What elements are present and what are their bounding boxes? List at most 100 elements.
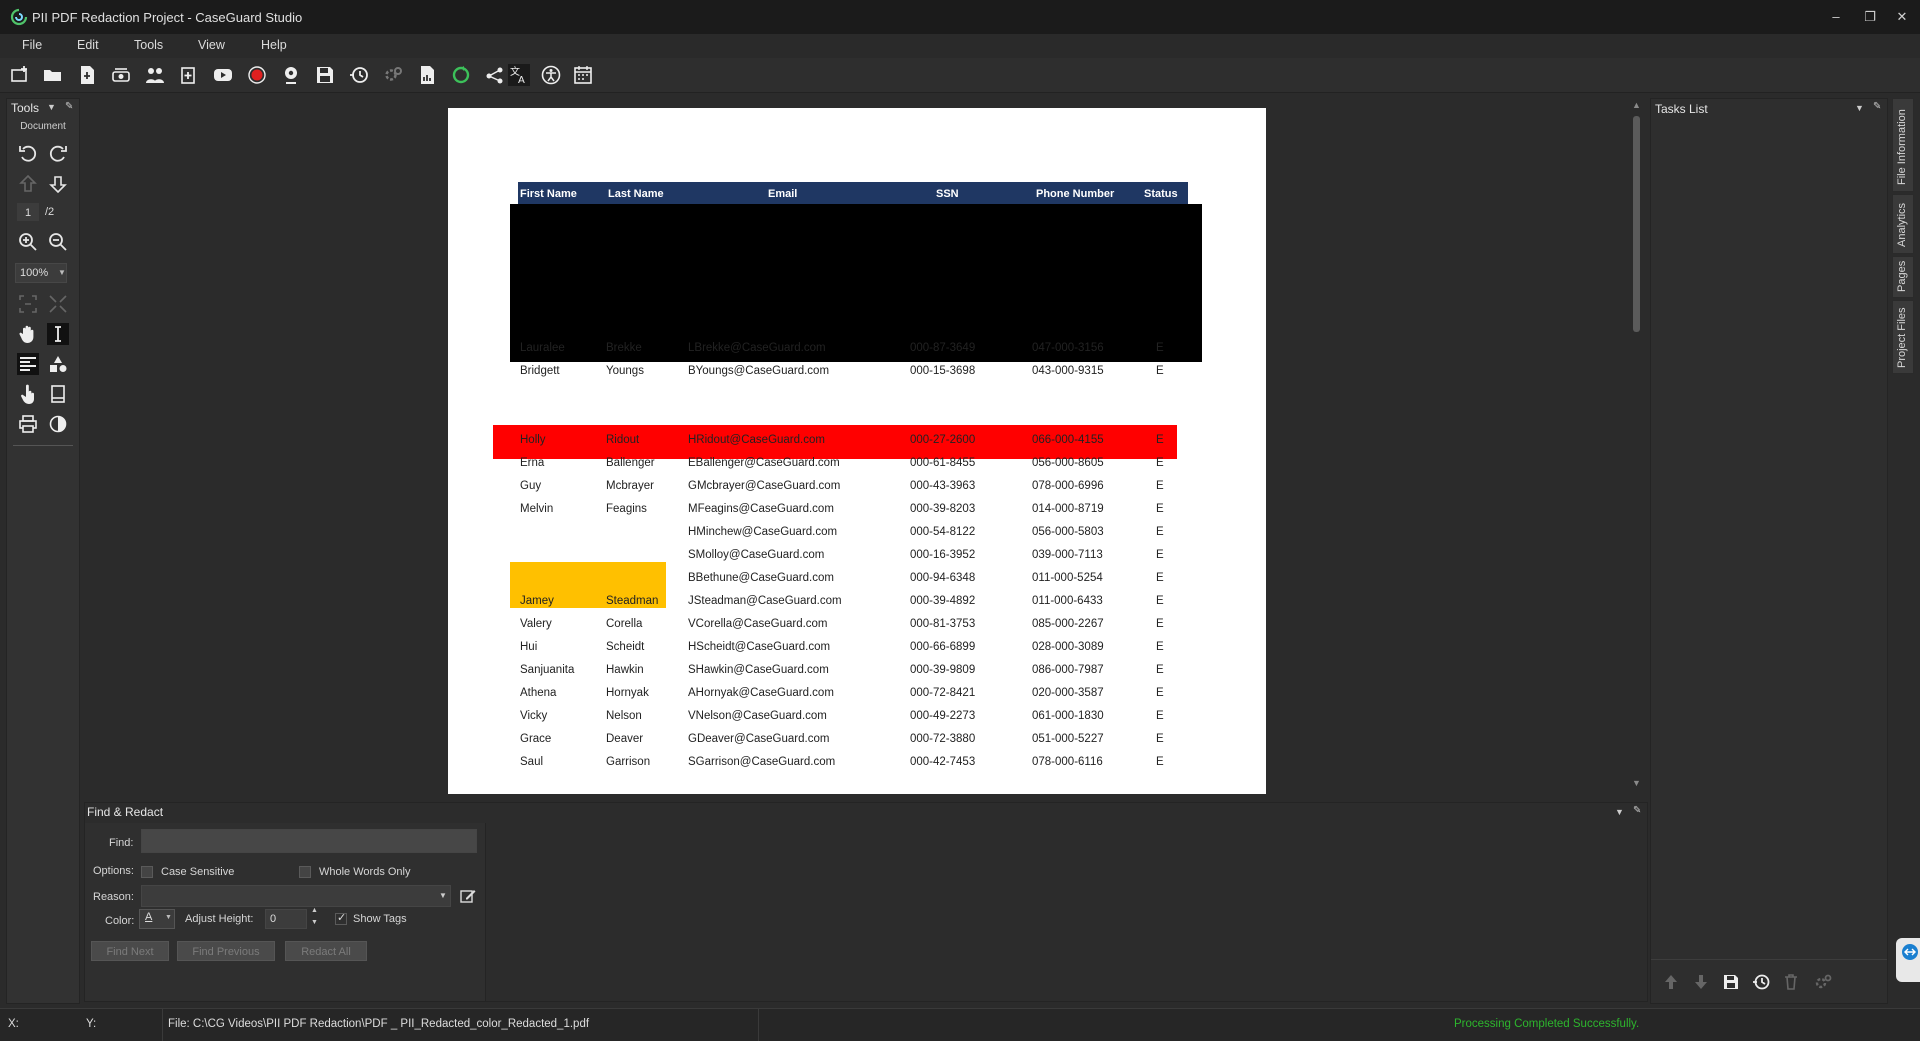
- stepper-up-icon[interactable]: ▲: [311, 907, 318, 914]
- find-input[interactable]: [141, 829, 477, 853]
- tab-file-information[interactable]: File Information: [1892, 98, 1914, 192]
- find-dropdown-icon[interactable]: ▼: [1615, 807, 1624, 817]
- tasks-dropdown-icon[interactable]: ▼: [1855, 103, 1864, 113]
- print-icon[interactable]: [17, 413, 39, 435]
- close-button[interactable]: ✕: [1888, 6, 1916, 28]
- rotate-left-icon[interactable]: [17, 143, 39, 165]
- zoom-in-icon[interactable]: [17, 231, 39, 253]
- tab-analytics[interactable]: Analytics: [1892, 194, 1914, 254]
- show-tags-checkbox[interactable]: ✓: [335, 912, 347, 925]
- share-icon[interactable]: [484, 64, 506, 86]
- people-icon[interactable]: [144, 64, 166, 86]
- scroll-up-icon[interactable]: ▲: [1632, 100, 1641, 110]
- open-folder-icon[interactable]: [42, 64, 64, 86]
- pdf-page[interactable]: First Name Last Name Email SSN Phone Num…: [448, 108, 1266, 794]
- find-next-button[interactable]: Find Next: [91, 941, 169, 961]
- rotate-right-icon[interactable]: [47, 143, 69, 165]
- restore-button[interactable]: ❐: [1856, 6, 1884, 28]
- edit-reason-icon[interactable]: [459, 887, 477, 905]
- cell-email: HMinchew@CaseGuard.com: [688, 526, 838, 538]
- text-select-icon[interactable]: [47, 323, 69, 345]
- redact-text-icon[interactable]: [17, 353, 39, 375]
- cell-ssn: 000-39-4892: [910, 595, 976, 607]
- move-down-icon[interactable]: [1691, 972, 1711, 992]
- menu-edit[interactable]: Edit: [77, 38, 99, 52]
- color-swatch-glyph: A: [145, 911, 153, 923]
- scroll-down-icon[interactable]: ▼: [1632, 778, 1641, 788]
- shapes-icon[interactable]: [47, 353, 69, 375]
- find-previous-button[interactable]: Find Previous: [177, 941, 275, 961]
- record-icon[interactable]: [246, 64, 268, 86]
- column-header-status: Status: [1144, 188, 1178, 200]
- whole-words-checkbox[interactable]: [299, 866, 311, 878]
- page-down-icon[interactable]: [47, 173, 69, 195]
- save-icon[interactable]: [314, 64, 336, 86]
- add-file-icon[interactable]: [178, 64, 200, 86]
- menu-help[interactable]: Help: [261, 38, 287, 52]
- report-icon[interactable]: [416, 64, 438, 86]
- page-view-icon[interactable]: [47, 383, 69, 405]
- color-label: Color:: [105, 915, 135, 927]
- cell-phone: 078-000-6116: [1032, 756, 1103, 768]
- tools-pin-icon[interactable]: ✎: [65, 101, 73, 112]
- save-task-icon[interactable]: [1721, 972, 1741, 992]
- tab-project-files[interactable]: Project Files: [1892, 300, 1914, 374]
- cell-first-name: Valery: [520, 618, 552, 630]
- scrollbar-thumb[interactable]: [1633, 116, 1640, 332]
- redaction-box-black[interactable]: [510, 204, 1202, 362]
- find-pin-icon[interactable]: ✎: [1633, 805, 1641, 816]
- stepper-down-icon[interactable]: ▼: [311, 919, 318, 926]
- tab-pages[interactable]: Pages: [1892, 256, 1914, 298]
- tools-panel: Tools ▼ ✎ Document 1 /2 100% ▼: [6, 98, 80, 1004]
- checkmark-icon: ✓: [337, 912, 347, 924]
- zoom-select[interactable]: 100% ▼: [15, 263, 67, 283]
- fit-page-icon[interactable]: [47, 293, 69, 315]
- teamviewer-widget-icon[interactable]: [1896, 938, 1920, 982]
- cell-phone: 011-000-5254: [1032, 572, 1103, 584]
- translate-icon[interactable]: 文A: [508, 64, 530, 86]
- refresh-icon[interactable]: [450, 64, 472, 86]
- page-number-input[interactable]: 1: [17, 203, 39, 221]
- menu-file[interactable]: File: [22, 38, 42, 52]
- webcam-icon[interactable]: [280, 64, 302, 86]
- delete-task-icon[interactable]: [1781, 972, 1801, 992]
- color-picker[interactable]: A ▼: [139, 909, 175, 929]
- pointer-hand-icon[interactable]: [17, 383, 39, 405]
- accessibility-icon[interactable]: [540, 64, 562, 86]
- contrast-icon[interactable]: [47, 413, 69, 435]
- cell-ssn: 000-72-3880: [910, 733, 976, 745]
- settings-icon[interactable]: [382, 64, 404, 86]
- reason-chevron-down-icon[interactable]: ▼: [439, 891, 447, 900]
- cell-last-name: Hornyak: [606, 687, 649, 699]
- tools-dropdown-icon[interactable]: ▼: [47, 102, 56, 112]
- redact-all-button[interactable]: Redact All: [285, 941, 367, 961]
- import-file-icon[interactable]: [76, 64, 98, 86]
- task-settings-icon[interactable]: [1813, 972, 1833, 992]
- cell-first-name: Grace: [520, 733, 552, 745]
- cell-first-name: Saul: [520, 756, 544, 768]
- scanner-icon[interactable]: [110, 64, 132, 86]
- adjust-height-stepper[interactable]: 0: [265, 909, 307, 929]
- zoom-out-icon[interactable]: [47, 231, 69, 253]
- menu-view[interactable]: View: [198, 38, 225, 52]
- youtube-icon[interactable]: [212, 64, 234, 86]
- history-icon[interactable]: [348, 64, 370, 86]
- case-sensitive-checkbox[interactable]: [141, 866, 153, 878]
- fit-width-icon[interactable]: [17, 293, 39, 315]
- cell-status: E: [1156, 618, 1164, 630]
- calendar-icon[interactable]: [572, 64, 594, 86]
- status-bar: X: Y: File: C:\CG Videos\PII PDF Redacti…: [0, 1008, 1920, 1041]
- menu-tools[interactable]: Tools: [134, 38, 163, 52]
- cell-last-name: Garrison: [606, 756, 651, 768]
- minimize-button[interactable]: –: [1822, 6, 1850, 28]
- task-history-icon[interactable]: [1751, 972, 1771, 992]
- cell-status: E: [1156, 526, 1164, 538]
- hand-tool-icon[interactable]: [17, 323, 39, 345]
- new-project-icon[interactable]: [9, 64, 31, 86]
- move-up-icon[interactable]: [1661, 972, 1681, 992]
- page-up-icon[interactable]: [17, 173, 39, 195]
- tasks-pin-icon[interactable]: ✎: [1873, 101, 1881, 112]
- cell-ssn: 000-87-3649: [910, 342, 976, 354]
- reason-select[interactable]: [141, 885, 451, 907]
- color-chevron-down-icon: ▼: [165, 914, 172, 921]
